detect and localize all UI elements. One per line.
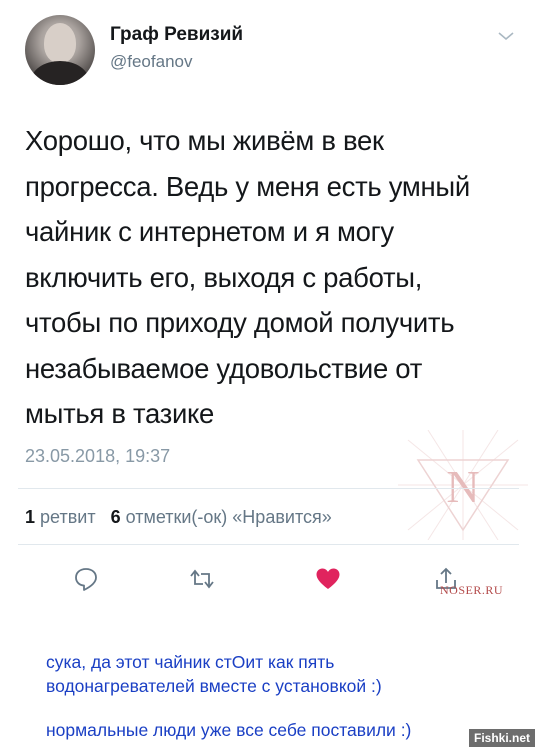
heart-icon[interactable]	[315, 566, 341, 592]
tweet-timestamp[interactable]: 23.05.2018, 19:37	[25, 446, 170, 467]
tweet-text: Хорошо, что мы живём в век прогресса. Ве…	[25, 125, 470, 429]
retweet-count: 1	[25, 507, 36, 527]
comment-text: нормальные люди уже все себе поставили :…	[46, 720, 412, 740]
watermark-letter: N	[446, 461, 479, 512]
author-handle[interactable]: @feofanov	[110, 52, 192, 72]
chevron-down-icon[interactable]	[497, 30, 515, 42]
author-name[interactable]: Граф Ревизий	[110, 24, 243, 46]
like-label[interactable]: отметки(-ок) «Нравится»	[126, 507, 332, 527]
watermark-site: NOSER.RU	[440, 583, 504, 597]
tweet-stats: 1 ретвит 6 отметки(-ок) «Нравится»	[25, 507, 332, 528]
avatar-body	[31, 61, 89, 85]
avatar-face	[44, 23, 76, 63]
retweet-icon[interactable]	[189, 566, 215, 592]
corner-watermark: Fishki.net	[469, 729, 536, 747]
divider	[18, 544, 519, 545]
divider	[18, 488, 519, 489]
retweet-label[interactable]: ретвит	[40, 507, 96, 527]
comment-text: сука, да этот чайник стОит как пять водо…	[46, 652, 382, 696]
like-count: 6	[110, 507, 121, 527]
comments-area: сука, да этот чайник стОит как пять водо…	[0, 620, 537, 751]
avatar[interactable]	[25, 15, 95, 85]
watermark-logo: N	[398, 430, 528, 540]
reply-icon[interactable]	[73, 566, 99, 592]
